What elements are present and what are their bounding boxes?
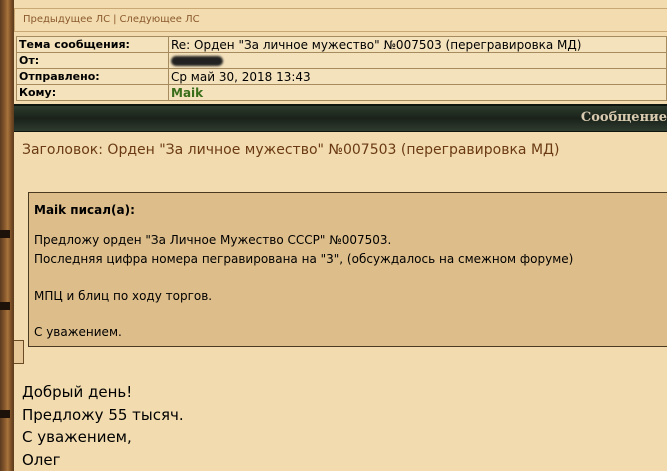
- redacted-sender: [171, 56, 223, 66]
- prev-pm-link[interactable]: Предыдущее ЛС: [23, 14, 110, 25]
- quote-line: МПЦ и блиц по ходу торгов.: [34, 289, 213, 303]
- message-header-table: Тема сообщения: Re: Орден "За личное муж…: [16, 36, 667, 101]
- quote-line: Последняя цифра номера пегравирована на …: [34, 252, 574, 266]
- to-label: Кому:: [16, 84, 169, 101]
- quote-line: С уважением.: [34, 325, 122, 339]
- quote-author: Maik писал(а):: [34, 203, 135, 217]
- recipient-link[interactable]: Maik: [168, 84, 667, 101]
- header-row-subject: Тема сообщения: Re: Орден "За личное муж…: [16, 36, 667, 53]
- subject-label: Тема сообщения:: [16, 36, 169, 53]
- body-line: Добрый день!: [22, 383, 133, 401]
- section-title: Сообщение: [580, 110, 667, 125]
- frame-tick: [0, 410, 10, 418]
- sent-label: Отправлено:: [16, 68, 169, 85]
- message-title: Заголовок: Орден "За личное мужество" №0…: [22, 142, 560, 158]
- body-line: Предложу 55 тысяч.: [22, 405, 184, 424]
- frame-tick: [0, 230, 10, 238]
- next-pm-link[interactable]: Следующее ЛС: [119, 14, 199, 25]
- header-row-from: От:: [16, 52, 667, 69]
- wooden-frame-left: [0, 0, 14, 471]
- body-line: Олег: [22, 450, 61, 469]
- message-page: Предыдущее ЛС | Следующее ЛС Тема сообщени…: [14, 0, 667, 471]
- frame-tick: [0, 302, 10, 310]
- section-header-bar: Сообщение: [14, 104, 667, 132]
- subject-value: Re: Орден "За личное мужество" №007503 (…: [168, 36, 667, 53]
- from-label: От:: [16, 52, 169, 69]
- body-line: С уважением,: [22, 428, 132, 446]
- message-body: Добрый день! Предложу 55 тысяч. С уважен…: [22, 381, 184, 471]
- side-panel-edge: [14, 340, 24, 364]
- sent-value: Ср май 30, 2018 13:43: [168, 68, 667, 85]
- pm-navigation: Предыдущее ЛС | Следующее ЛС: [14, 8, 667, 32]
- quote-line: Предложу орден "За Личное Мужество СССР"…: [34, 233, 392, 247]
- quote-block: Maik писал(а): Предложу орден "За Личное…: [28, 192, 667, 347]
- from-value: [168, 52, 667, 69]
- header-row-to: Кому: Maik: [16, 84, 667, 101]
- header-row-sent: Отправлено: Ср май 30, 2018 13:43: [16, 68, 667, 85]
